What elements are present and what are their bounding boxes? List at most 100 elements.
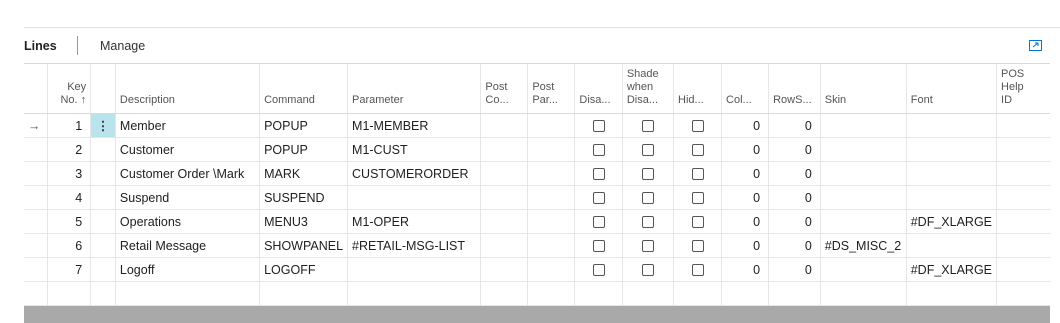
header-column[interactable]: Col... — [721, 64, 770, 114]
font-cell[interactable] — [906, 113, 998, 138]
row-menu-cell[interactable] — [90, 233, 116, 258]
font-cell[interactable]: #DF_XLARGE — [906, 257, 998, 282]
rowspan-cell[interactable]: 0 — [768, 137, 821, 162]
header-font[interactable]: Font — [906, 64, 998, 114]
rowspan-cell[interactable]: 0 — [768, 161, 821, 186]
pos-help-id-cell[interactable] — [996, 209, 1050, 234]
post-codeunit-cell[interactable] — [480, 209, 529, 234]
shade-checkbox[interactable] — [622, 137, 675, 162]
hidden-checkbox[interactable] — [673, 161, 723, 186]
hidden-checkbox[interactable] — [673, 257, 723, 282]
parameter-cell[interactable]: CUSTOMERORDER — [347, 161, 482, 186]
shade-cell[interactable] — [622, 281, 675, 306]
post-codeunit-cell[interactable] — [480, 257, 529, 282]
header-post-parameter[interactable]: Post Par... — [527, 64, 576, 114]
description-cell[interactable]: Member — [115, 113, 261, 138]
post-codeunit-cell[interactable] — [480, 137, 529, 162]
row-menu-cell[interactable] — [90, 281, 116, 306]
skin-cell[interactable] — [820, 137, 907, 162]
post-parameter-cell[interactable] — [527, 113, 576, 138]
font-cell[interactable] — [906, 233, 998, 258]
pos-help-id-cell[interactable] — [996, 113, 1050, 138]
parameter-cell[interactable] — [347, 281, 482, 306]
hidden-checkbox[interactable] — [673, 113, 723, 138]
table-row[interactable]: 2 Customer POPUP M1-CUST 0 0 — [24, 137, 1050, 162]
row-menu-cell[interactable] — [90, 209, 116, 234]
command-cell[interactable]: MARK — [259, 161, 349, 186]
pos-help-id-cell[interactable] — [996, 137, 1050, 162]
column-cell[interactable]: 0 — [721, 233, 770, 258]
command-cell[interactable]: SUSPEND — [259, 185, 349, 210]
parameter-cell[interactable]: M1-CUST — [347, 137, 482, 162]
hidden-checkbox[interactable] — [673, 209, 723, 234]
header-skin[interactable]: Skin — [820, 64, 907, 114]
table-row[interactable]: 7 Logoff LOGOFF 0 0 #DF_XLARGE — [24, 257, 1050, 282]
command-cell[interactable]: POPUP — [259, 137, 349, 162]
description-cell[interactable]: Customer Order \Mark — [115, 161, 261, 186]
disabled-checkbox[interactable] — [574, 209, 623, 234]
tab-manage[interactable]: Manage — [100, 36, 145, 56]
command-cell[interactable]: MENU3 — [259, 209, 349, 234]
disabled-checkbox[interactable] — [574, 257, 623, 282]
column-cell[interactable]: 0 — [721, 209, 770, 234]
post-parameter-cell[interactable] — [527, 257, 576, 282]
key-no-cell[interactable]: 6 — [47, 233, 92, 258]
rowspan-cell[interactable]: 0 — [768, 185, 821, 210]
tab-lines[interactable]: Lines — [24, 36, 57, 56]
pos-help-id-cell[interactable] — [996, 281, 1050, 306]
hidden-checkbox[interactable] — [673, 233, 723, 258]
column-cell[interactable]: 0 — [721, 137, 770, 162]
header-command[interactable]: Command — [259, 64, 349, 114]
skin-cell[interactable]: #DS_MISC_2 — [820, 233, 907, 258]
column-cell[interactable] — [721, 281, 770, 306]
skin-cell[interactable] — [820, 113, 907, 138]
font-cell[interactable] — [906, 185, 998, 210]
column-cell[interactable]: 0 — [721, 161, 770, 186]
post-parameter-cell[interactable] — [527, 209, 576, 234]
parameter-cell[interactable] — [347, 257, 482, 282]
hidden-checkbox[interactable] — [673, 185, 723, 210]
rowspan-cell[interactable]: 0 — [768, 233, 821, 258]
rowspan-cell[interactable]: 0 — [768, 209, 821, 234]
header-shade-when-disabled[interactable]: Shade when Disa... — [622, 64, 675, 114]
pos-help-id-cell[interactable] — [996, 161, 1050, 186]
disabled-checkbox[interactable] — [574, 137, 623, 162]
rowspan-cell[interactable]: 0 — [768, 113, 821, 138]
column-cell[interactable]: 0 — [721, 257, 770, 282]
pos-help-id-cell[interactable] — [996, 257, 1050, 282]
font-cell[interactable] — [906, 281, 998, 306]
header-pos-help-id[interactable]: POS Help ID — [996, 64, 1050, 114]
pos-help-id-cell[interactable] — [996, 233, 1050, 258]
expand-icon[interactable] — [1029, 40, 1042, 51]
table-row[interactable]: 5 Operations MENU3 M1-OPER 0 0 #DF_XLARG… — [24, 209, 1050, 234]
rowspan-cell[interactable]: 0 — [768, 257, 821, 282]
shade-checkbox[interactable] — [622, 233, 675, 258]
parameter-cell[interactable] — [347, 185, 482, 210]
header-key-no[interactable]: Key No. ↑ — [47, 64, 92, 114]
rowspan-cell[interactable] — [768, 281, 821, 306]
key-no-cell[interactable]: 5 — [47, 209, 92, 234]
row-menu-cell[interactable] — [90, 185, 116, 210]
description-cell[interactable]: Customer — [115, 137, 261, 162]
skin-cell[interactable] — [820, 281, 907, 306]
description-cell[interactable]: Logoff — [115, 257, 261, 282]
shade-checkbox[interactable] — [622, 161, 675, 186]
font-cell[interactable] — [906, 161, 998, 186]
column-cell[interactable]: 0 — [721, 185, 770, 210]
description-cell[interactable] — [115, 281, 261, 306]
description-cell[interactable]: Suspend — [115, 185, 261, 210]
table-row[interactable]: → 1 ⋮ Member POPUP M1-MEMBER 0 0 — [24, 113, 1050, 138]
key-no-cell[interactable] — [47, 281, 92, 306]
hidden-cell[interactable] — [673, 281, 723, 306]
disabled-checkbox[interactable] — [574, 113, 623, 138]
post-parameter-cell[interactable] — [527, 137, 576, 162]
horizontal-scrollbar[interactable] — [24, 306, 1050, 323]
table-row[interactable]: 6 Retail Message SHOWPANEL #RETAIL-MSG-L… — [24, 233, 1050, 258]
parameter-cell[interactable]: #RETAIL-MSG-LIST — [347, 233, 482, 258]
disabled-cell[interactable] — [574, 281, 623, 306]
header-parameter[interactable]: Parameter — [347, 64, 482, 114]
parameter-cell[interactable]: M1-MEMBER — [347, 113, 482, 138]
key-no-cell[interactable]: 1 — [47, 113, 92, 138]
column-cell[interactable]: 0 — [721, 113, 770, 138]
key-no-cell[interactable]: 4 — [47, 185, 92, 210]
